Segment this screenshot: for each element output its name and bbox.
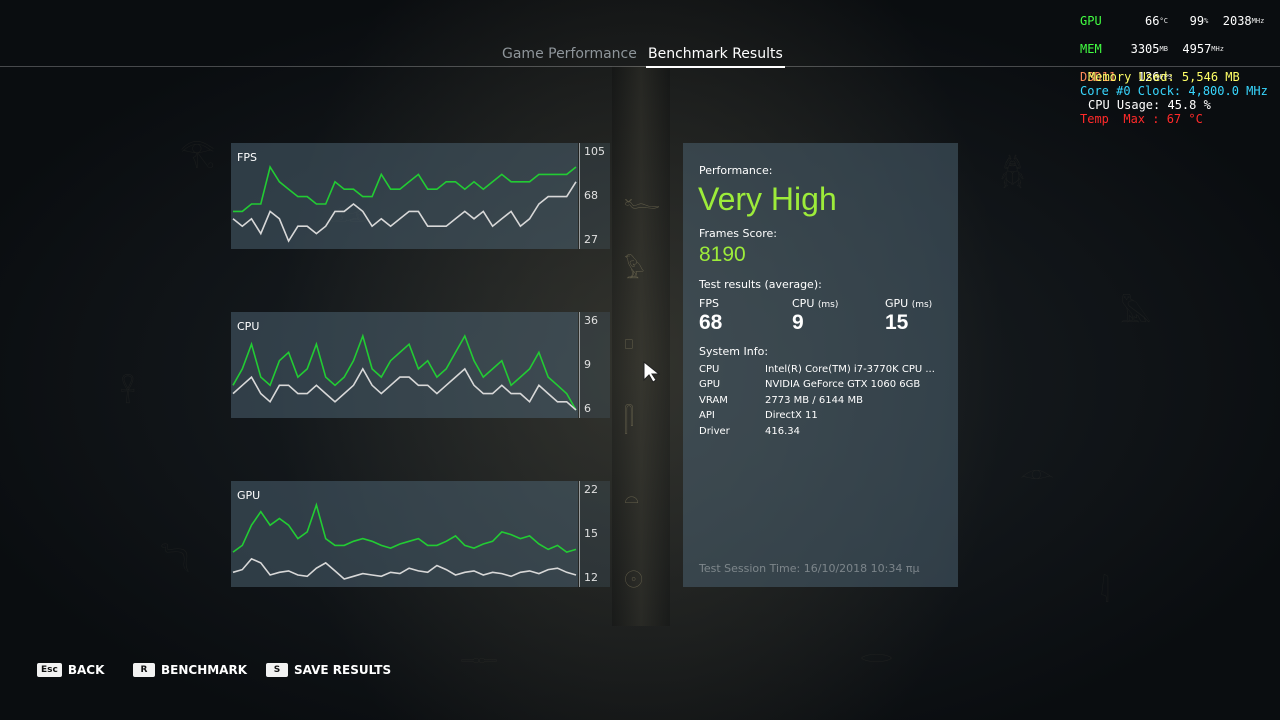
frames-score-label: Frames Score: bbox=[699, 227, 778, 240]
sysinfo-api: API DirectX 11 bbox=[699, 410, 818, 421]
avg-gpu: GPU (ms) 15 bbox=[885, 297, 933, 334]
sysinfo-vram: VRAM 2773 MB / 6144 MB bbox=[699, 395, 863, 406]
gpu-series-green bbox=[232, 502, 577, 553]
back-button[interactable]: Esc BACK bbox=[37, 663, 104, 677]
fps-chart: FPS bbox=[231, 143, 578, 249]
benchmark-label: BENCHMARK bbox=[161, 663, 248, 677]
session-time: Test Session Time: 16/10/2018 10:34 πμ bbox=[699, 562, 920, 575]
back-label: BACK bbox=[67, 663, 105, 677]
cpu-chart-axis: 36 9 6 bbox=[579, 312, 610, 418]
tab-benchmark-results[interactable]: Benchmark Results bbox=[646, 46, 785, 68]
r-key-icon: R bbox=[133, 663, 155, 677]
osd-memory-used: Memory Used: 5,546 MB bbox=[1088, 70, 1240, 84]
osd-temp-max: Temp Max : 67 °C bbox=[1080, 112, 1203, 126]
fps-chart-plot bbox=[232, 164, 577, 243]
cpu-chart-plot bbox=[232, 333, 577, 411]
cpu-tick-min: 6 bbox=[584, 402, 591, 415]
osd-core-clock: Core #0 Clock: 4,800.0 MHz bbox=[1080, 84, 1268, 98]
avg-cpu-value: 9 bbox=[792, 311, 804, 334]
esc-key-icon: Esc bbox=[37, 663, 62, 677]
avg-fps-value: 68 bbox=[699, 311, 723, 334]
gpu-tick-max: 22 bbox=[584, 483, 598, 496]
fps-tick-min: 27 bbox=[584, 233, 598, 246]
fps-chart-axis: 105 68 27 bbox=[579, 143, 610, 249]
gpu-tick-min: 12 bbox=[584, 571, 598, 584]
cpu-series-white bbox=[232, 367, 577, 411]
performance-label: Performance: bbox=[699, 164, 773, 177]
save-results-button[interactable]: S SAVE RESULTS bbox=[266, 663, 391, 677]
avg-gpu-value: 15 bbox=[885, 311, 909, 334]
cpu-tick-mid: 9 bbox=[584, 358, 591, 371]
s-key-icon: S bbox=[266, 663, 288, 677]
system-info-label: System Info: bbox=[699, 345, 769, 358]
fps-tick-mid: 68 bbox=[584, 189, 598, 202]
sysinfo-driver: Driver 416.34 bbox=[699, 426, 800, 437]
sysinfo-cpu: CPU Intel(R) Core(TM) i7-3770K CPU ... bbox=[699, 364, 935, 375]
test-results-label: Test results (average): bbox=[699, 278, 822, 291]
gpu-series-white bbox=[232, 557, 577, 580]
osd-cpu-usage: CPU Usage: 45.8 % bbox=[1088, 98, 1211, 112]
fps-tick-max: 105 bbox=[584, 145, 605, 158]
avg-fps: FPS 68 bbox=[699, 297, 723, 334]
performance-value: Very High bbox=[698, 181, 837, 217]
tab-game-performance[interactable]: Game Performance bbox=[502, 46, 637, 62]
cpu-tick-max: 36 bbox=[584, 314, 598, 327]
cpu-series-green bbox=[232, 333, 577, 411]
fps-series-white bbox=[232, 181, 577, 243]
gpu-chart: GPU bbox=[231, 481, 578, 587]
sysinfo-gpu: GPU NVIDIA GeForce GTX 1060 6GB bbox=[699, 379, 921, 390]
cpu-chart: CPU bbox=[231, 312, 578, 418]
save-results-label: SAVE RESULTS bbox=[294, 663, 392, 677]
gpu-tick-mid: 15 bbox=[584, 527, 598, 540]
gpu-chart-axis: 22 15 12 bbox=[579, 481, 610, 587]
mouse-cursor-icon bbox=[643, 360, 661, 383]
results-panel: Performance: Very High Frames Score: 819… bbox=[683, 143, 958, 587]
frames-score-value: 8190 bbox=[699, 243, 746, 266]
avg-cpu: CPU (ms) 9 bbox=[792, 297, 839, 334]
gpu-chart-plot bbox=[232, 502, 577, 580]
hieroglyph-pillar: 𓆑𓅱𓊪 𓋴𓏏𓇳 bbox=[612, 66, 670, 626]
fps-series-green bbox=[233, 164, 577, 213]
benchmark-button[interactable]: R BENCHMARK bbox=[133, 663, 247, 677]
